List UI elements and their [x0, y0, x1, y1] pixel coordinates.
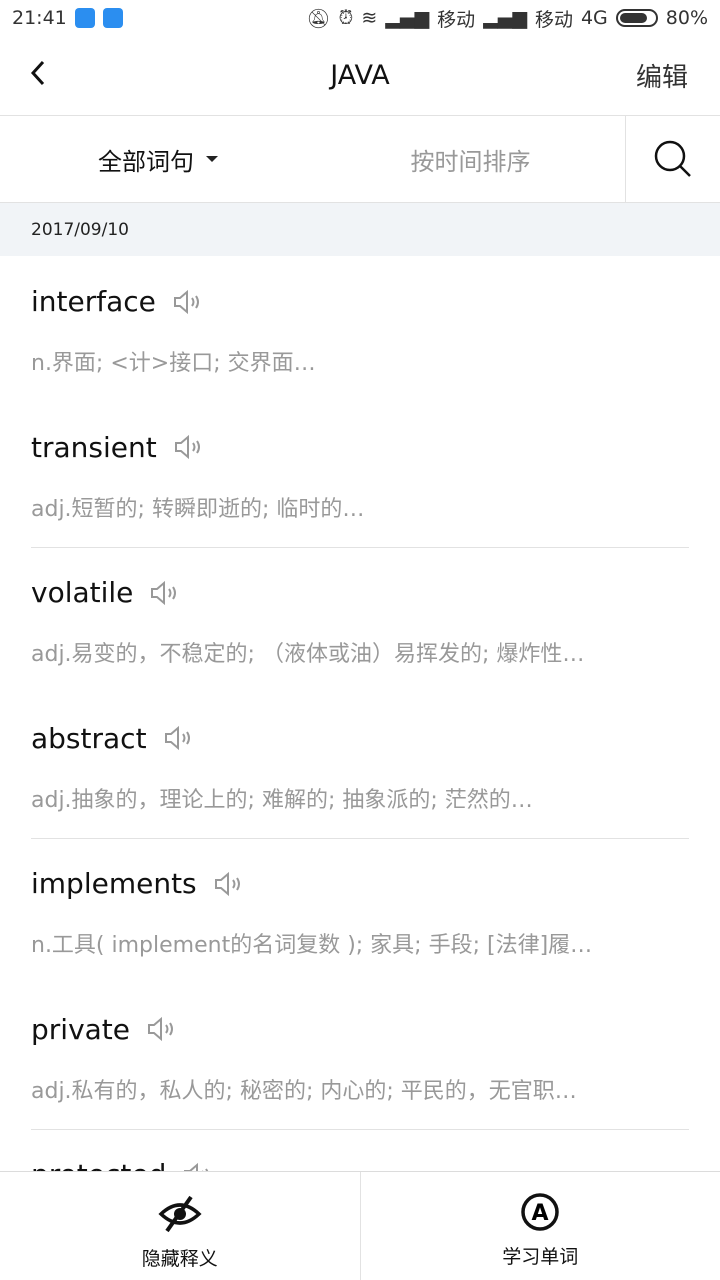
search-icon	[654, 140, 691, 177]
signal-icon: ▂▄▆	[385, 7, 430, 29]
caret-down-icon	[206, 156, 218, 162]
battery-percent: 80%	[665, 7, 708, 29]
edit-button[interactable]: 编辑	[636, 57, 688, 94]
speaker-icon[interactable]	[149, 580, 179, 606]
word-row: private	[31, 1013, 176, 1046]
word-row: implements	[31, 867, 243, 900]
speaker-icon[interactable]	[163, 725, 193, 751]
word-row: transient	[31, 431, 203, 464]
word-definition: adj.私有的，私人的; 秘密的; 内心的; 平民的，无官职…	[31, 1078, 577, 1104]
category-label: 全部词句	[98, 147, 194, 176]
word-item[interactable]: volatile adj.易变的，不稳定的; （液体或油）易挥发的; 爆炸性…	[31, 548, 689, 694]
word-text: transient	[31, 430, 157, 464]
message-notification-icon	[102, 8, 123, 28]
speaker-icon[interactable]	[182, 1162, 212, 1172]
word-definition: adj.易变的，不稳定的; （液体或油）易挥发的; 爆炸性…	[31, 642, 585, 667]
status-bar: 21:41 🔕︎ ⏰︎ ≋ ▂▄▆ 移动 ▂▄▆ 移动 4G 80%	[0, 0, 720, 36]
search-button[interactable]	[625, 116, 720, 202]
carrier-2: 移动	[534, 8, 573, 31]
carrier-1: 移动	[437, 8, 476, 31]
word-text: volatile	[31, 576, 134, 609]
word-row: volatile	[31, 576, 179, 609]
circle-a-icon: A	[521, 1193, 559, 1231]
category-dropdown[interactable]: 全部词句	[0, 116, 316, 202]
word-item[interactable]: implements n.工具( implement的名词复数 ); 家具; 手段…	[31, 839, 689, 985]
word-text: interface	[31, 285, 156, 318]
back-icon[interactable]	[28, 58, 48, 88]
alarm-icon: ⏰︎	[338, 7, 354, 29]
word-definition: adj.短暂的; 转瞬即逝的; 临时的…	[31, 496, 365, 522]
word-item[interactable]: protected	[31, 1130, 689, 1171]
wifi-icon: ≋	[361, 7, 378, 29]
word-text: implements	[31, 867, 197, 900]
speaker-icon[interactable]	[172, 289, 202, 315]
hide-definition-button[interactable]: 隐藏释义	[0, 1172, 360, 1280]
word-list: interface n.界面; <计>接口; 交界面… transient adj.短…	[0, 257, 720, 1171]
hide-definition-label: 隐藏释义	[141, 1248, 218, 1270]
app-notification-icon	[74, 8, 95, 28]
word-item[interactable]: interface n.界面; <计>接口; 交界面…	[31, 257, 689, 403]
battery-icon	[615, 9, 658, 27]
word-item[interactable]: private adj.私有的，私人的; 秘密的; 内心的; 平民的，无官职…	[31, 985, 689, 1130]
header: JAVA 编辑	[0, 36, 720, 116]
bottom-bar: 隐藏释义 A 学习单词	[0, 1171, 720, 1280]
mute-icon: 🔕︎	[306, 7, 331, 30]
date-header: 2017/09/10	[0, 203, 720, 256]
word-text: private	[31, 1012, 130, 1046]
signal-icon-2: ▂▄▆	[483, 7, 527, 29]
status-time: 21:41	[12, 7, 67, 29]
word-definition: n.工具( implement的名词复数 ); 家具; 手段; [法律]履…	[31, 933, 593, 958]
learn-words-button[interactable]: A 学习单词	[359, 1172, 720, 1280]
eye-off-icon	[158, 1195, 202, 1233]
speaker-icon[interactable]	[173, 434, 203, 460]
page-title: JAVA	[330, 60, 390, 91]
svg-text:A: A	[532, 1201, 549, 1226]
sort-button[interactable]: 按时间排序	[316, 116, 625, 202]
speaker-icon[interactable]	[146, 1016, 176, 1042]
word-text: protected	[31, 1158, 166, 1171]
word-row: abstract	[31, 722, 193, 755]
speaker-icon[interactable]	[213, 871, 243, 897]
word-item[interactable]: transient adj.短暂的; 转瞬即逝的; 临时的…	[31, 403, 689, 548]
network-type: 4G	[580, 7, 608, 29]
word-definition: adj.抽象的，理论上的; 难解的; 抽象派的; 茫然的…	[31, 787, 533, 813]
learn-words-label: 学习单词	[502, 1246, 579, 1268]
word-row: protected	[31, 1158, 212, 1171]
word-text: abstract	[31, 721, 147, 755]
word-row: interface	[31, 285, 202, 318]
word-item[interactable]: abstract adj.抽象的，理论上的; 难解的; 抽象派的; 茫然的…	[31, 694, 689, 839]
word-definition: n.界面; <计>接口; 交界面…	[31, 351, 316, 376]
filter-bar: 全部词句 按时间排序	[0, 116, 720, 203]
